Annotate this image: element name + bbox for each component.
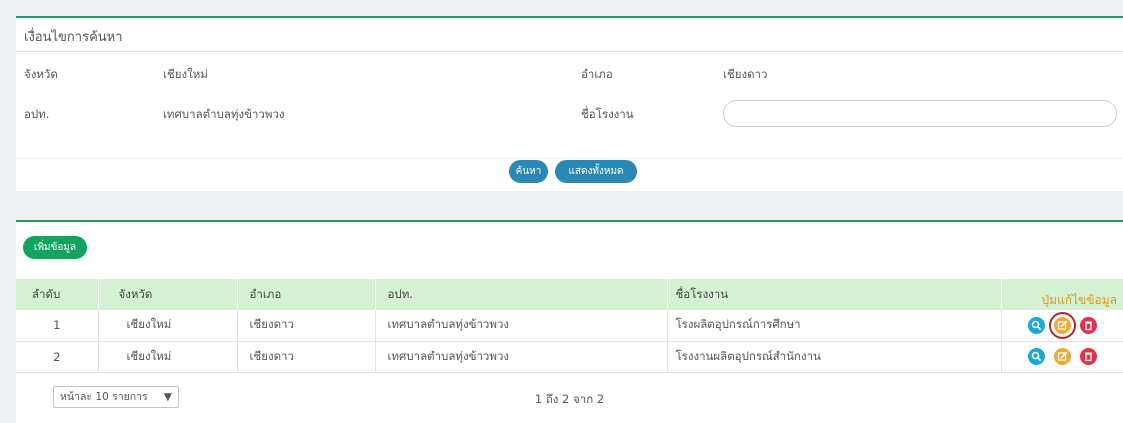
edit-icon[interactable] [1048,311,1076,339]
lao-cell: เทศบาลตำบลทุ่งข้าวพวง [375,310,668,342]
lao-cell: เทศบาลตำบลทุ่งข้าวพวง [375,341,668,373]
edit-icon[interactable] [1053,348,1071,365]
results-panel: เพิ่มข้อมูล ลำดับ จังหวัด อำเภอ อปท. ชื่… [16,220,1123,423]
actions-header: ปุ่มแก้ไขข้อมูล [1001,279,1123,310]
panel-title: เงื่อนไขการค้นหา [24,30,123,45]
search-button[interactable]: ค้นหา [509,160,548,183]
pagination-info: 1 ถึง 2 จาก 2 [534,392,605,406]
province-value: เชียงใหม่ [163,67,208,81]
row-number: 2 [16,341,99,373]
show-all-button[interactable]: แสดงทั้งหมด [555,160,637,183]
divider [16,51,1123,52]
results-table: ลำดับ จังหวัด อำเภอ อปท. ชื่อโรงงาน ปุ่ม… [16,279,1123,373]
table-header: ลำดับ จังหวัด อำเภอ อปท. ชื่อโรงงาน ปุ่ม… [16,279,1123,310]
district-cell: เชียงดาว [237,341,376,373]
district-cell: เชียงดาว [237,310,376,342]
search-panel: เงื่อนไขการค้นหา จังหวัด เชียงใหม่ อำเภอ… [16,16,1123,191]
table-row: 1 เชียงใหม่ เชียงดาว เทศบาลตำบลทุ่งข้าวพ… [16,310,1123,342]
delete-icon[interactable] [1079,348,1097,365]
column-header: ลำดับ [16,279,99,310]
column-header: ชื่อโรงงาน [667,279,1002,310]
divider [16,158,1123,159]
row-number: 1 [16,310,99,342]
column-header: อำเภอ [237,279,376,310]
province-label: จังหวัด [24,67,58,81]
lao-value: เทศบาลตำบลทุ่งข้าวพวง [163,107,285,121]
factory-name-label: ชื่อโรงงาน [581,107,634,121]
table-row: 2 เชียงใหม่ เชียงดาว เทศบาลตำบลทุ่งข้าวพ… [16,341,1123,373]
column-header: อปท. [375,279,668,310]
lao-label: อปท. [24,107,50,121]
add-data-button[interactable]: เพิ่มข้อมูล [23,236,87,259]
actions-cell [1001,341,1123,373]
delete-icon[interactable] [1079,316,1097,334]
factory-cell: โรงงานผลิตอุปกรณ์สำนักงาน [667,341,1002,373]
actions-cell [1001,310,1123,342]
search-icon[interactable] [1027,348,1045,365]
province-cell: เชียงใหม่ [98,310,238,342]
search-icon[interactable] [1027,316,1045,334]
factory-name-input[interactable] [723,100,1117,127]
district-value: เชียงดาว [723,67,768,81]
edit-button-hint: ปุ่มแก้ไขข้อมูล [1041,293,1117,307]
column-header: จังหวัด [98,279,238,310]
district-label: อำเภอ [581,67,613,81]
factory-cell: โรงผลิตอุปกรณ์การศึกษา [667,310,1002,342]
province-cell: เชียงใหม่ [98,341,238,373]
